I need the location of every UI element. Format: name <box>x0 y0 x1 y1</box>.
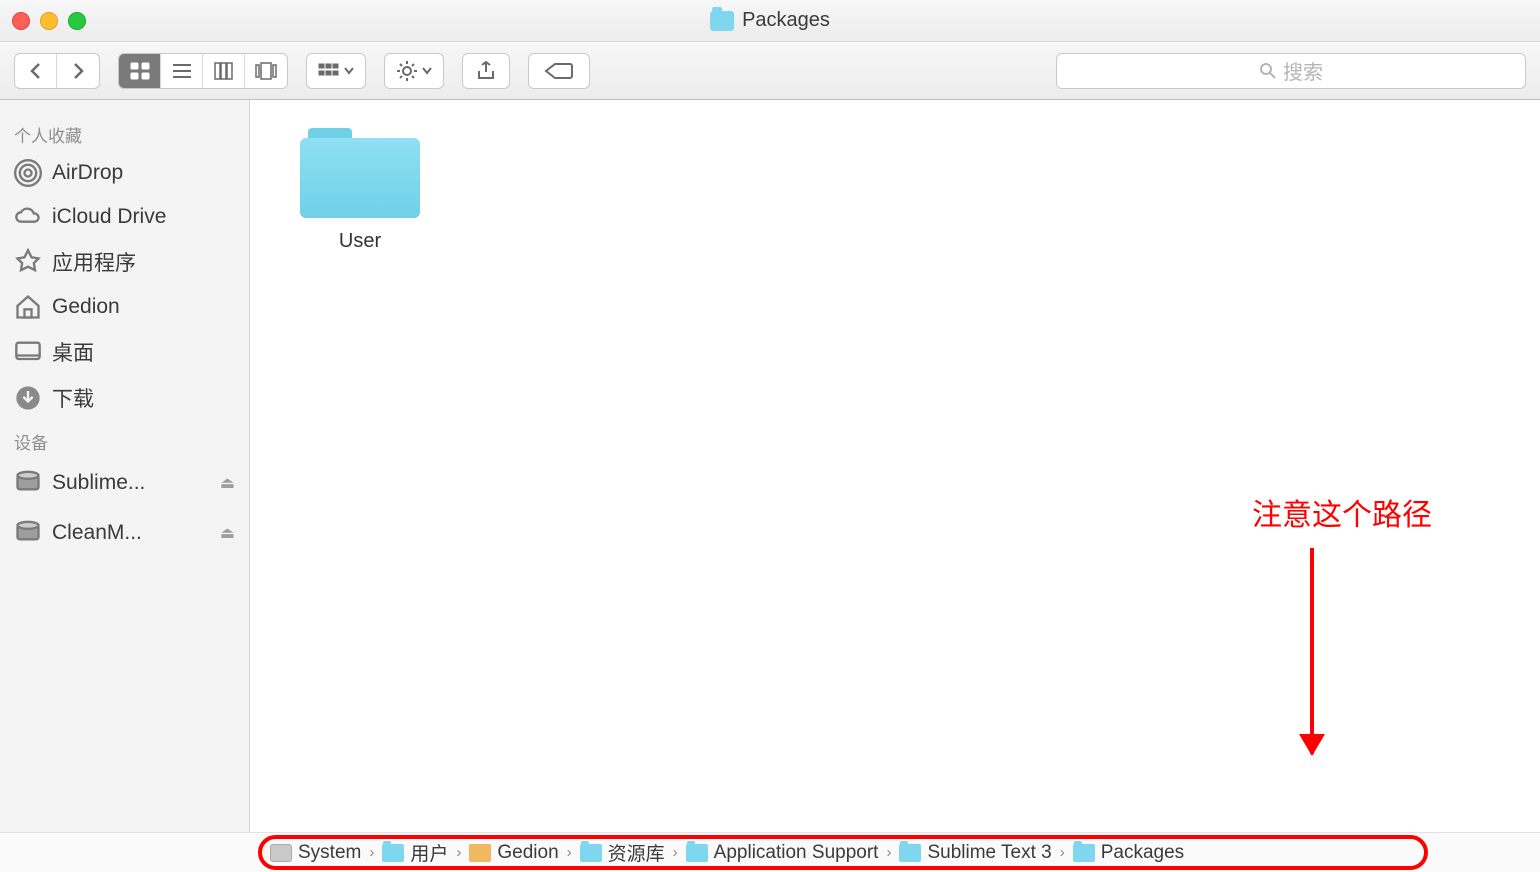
chevron-right-icon: › <box>886 844 891 861</box>
share-button[interactable] <box>462 53 510 89</box>
sidebar-item-downloads[interactable]: 下载 <box>0 375 249 421</box>
sidebar-item-applications[interactable]: 应用程序 <box>0 239 249 285</box>
chevron-right-icon: › <box>369 844 374 861</box>
chevron-right-icon: › <box>673 844 678 861</box>
column-view-button[interactable] <box>203 54 245 88</box>
favorites-header: 个人收藏 <box>0 114 249 151</box>
chevron-right-icon: › <box>1060 844 1065 861</box>
window-controls <box>12 12 86 30</box>
breadcrumb-sublime[interactable]: Sublime Text 3 <box>899 842 1051 864</box>
list-view-button[interactable] <box>161 54 203 88</box>
breadcrumb-packages[interactable]: Packages <box>1073 842 1184 864</box>
sidebar-device-0[interactable]: Sublime...⏏ <box>0 458 249 508</box>
chevron-right-icon: › <box>567 844 572 861</box>
path-bar: System › 用户 › Gedion › 资源库 › Application… <box>0 832 1540 872</box>
tags-button[interactable] <box>528 53 590 89</box>
sidebar: 个人收藏 AirDrop iCloud Drive 应用程序 Gedion 桌面… <box>0 100 250 832</box>
breadcrumb-gedion[interactable]: Gedion <box>469 842 558 864</box>
forward-button[interactable] <box>57 54 99 88</box>
folder-item-user[interactable]: User <box>290 128 430 253</box>
sidebar-item-home[interactable]: Gedion <box>0 285 249 329</box>
minimize-button[interactable] <box>40 12 58 30</box>
folder-icon <box>382 844 404 862</box>
breadcrumb-system[interactable]: System <box>270 842 361 864</box>
back-button[interactable] <box>15 54 57 88</box>
view-buttons <box>118 53 288 89</box>
breadcrumb-users[interactable]: 用户 <box>382 839 448 866</box>
home-icon <box>469 844 491 862</box>
sidebar-item-airdrop[interactable]: AirDrop <box>0 151 249 195</box>
folder-icon <box>710 11 734 31</box>
search-input[interactable]: 搜索 <box>1056 53 1526 89</box>
eject-icon[interactable]: ⏏ <box>220 523 235 543</box>
folder-icon <box>300 128 420 218</box>
arrange-button[interactable] <box>306 53 366 89</box>
eject-icon[interactable]: ⏏ <box>220 473 235 493</box>
titlebar: Packages <box>0 0 1540 42</box>
content-area[interactable]: User <box>250 100 1540 832</box>
icon-view-button[interactable] <box>119 54 161 88</box>
breadcrumb-appsupport[interactable]: Application Support <box>686 842 879 864</box>
toolbar: 搜索 <box>0 42 1540 100</box>
nav-buttons <box>14 53 100 89</box>
folder-icon <box>580 844 602 862</box>
sidebar-item-icloud[interactable]: iCloud Drive <box>0 195 249 239</box>
folder-icon <box>899 844 921 862</box>
folder-label: User <box>339 230 381 252</box>
action-button[interactable] <box>384 53 444 89</box>
window-title-text: Packages <box>742 9 830 32</box>
sidebar-device-1[interactable]: CleanM...⏏ <box>0 508 249 558</box>
sidebar-item-desktop[interactable]: 桌面 <box>0 329 249 375</box>
disk-icon <box>270 844 292 862</box>
window-title: Packages <box>710 9 830 32</box>
devices-header: 设备 <box>0 421 249 458</box>
fullscreen-button[interactable] <box>68 12 86 30</box>
breadcrumb-library[interactable]: 资源库 <box>580 839 665 866</box>
close-button[interactable] <box>12 12 30 30</box>
folder-icon <box>1073 844 1095 862</box>
annotation-text: 注意这个路径 <box>1252 490 1432 534</box>
gallery-view-button[interactable] <box>245 54 287 88</box>
annotation-arrow <box>1310 548 1314 754</box>
folder-icon <box>686 844 708 862</box>
search-placeholder: 搜索 <box>1283 56 1323 85</box>
chevron-right-icon: › <box>456 844 461 861</box>
